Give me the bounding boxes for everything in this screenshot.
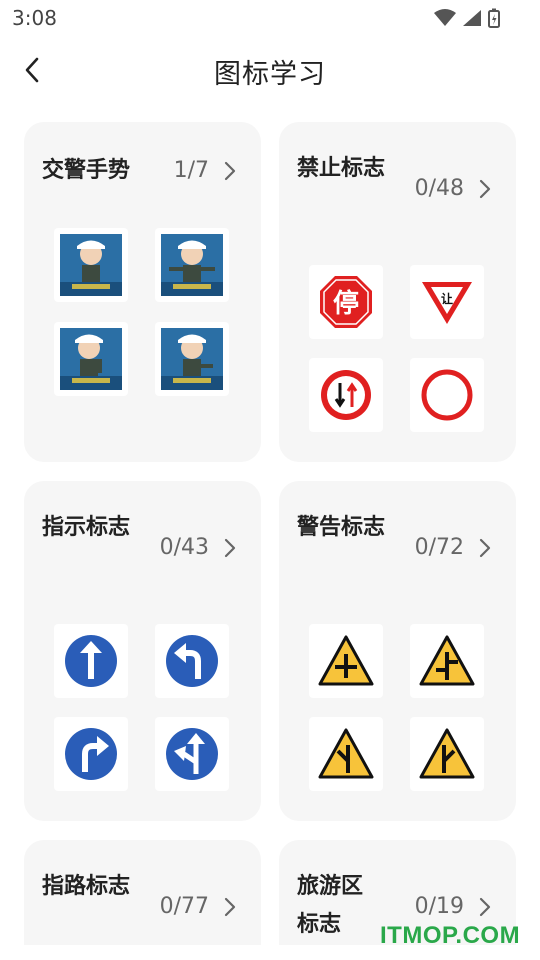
crossroad-offset-warning-icon <box>410 624 484 698</box>
chevron-right-icon <box>224 897 236 917</box>
card-progress-count: 0/48 <box>414 176 464 201</box>
priority-oncoming-icon <box>309 358 383 432</box>
yield-sign-icon: 让 <box>410 265 484 339</box>
chevron-right-icon <box>224 161 236 181</box>
crossroad-warning-icon <box>309 624 383 698</box>
chevron-right-icon <box>479 897 491 917</box>
category-grid: 交警手势 1/7 禁止标志 0/48 停 让 指示标志 0/43 警告标志 0/… <box>0 0 540 945</box>
card-title: 指路标志 <box>42 874 131 899</box>
police-go-straight-icon <box>155 228 229 302</box>
category-card-police-gestures[interactable]: 交警手势 1/7 <box>24 122 261 462</box>
card-title: 交警手势 <box>42 158 131 183</box>
merge-left-warning-icon <box>309 717 383 791</box>
card-title: 指示标志 <box>42 515 131 540</box>
card-progress-count: 0/72 <box>414 535 464 560</box>
card-progress-count: 0/77 <box>159 894 209 919</box>
card-progress-count: 0/19 <box>414 894 464 919</box>
no-vehicles-icon <box>410 358 484 432</box>
straight-left-arrow-icon <box>155 717 229 791</box>
chevron-right-icon <box>224 538 236 558</box>
right-turn-arrow-icon <box>54 717 128 791</box>
card-title: 旅游区标志 <box>297 874 364 937</box>
card-progress-count: 0/43 <box>159 535 209 560</box>
chevron-right-icon <box>479 179 491 199</box>
svg-text:停: 停 <box>333 288 359 319</box>
card-title: 警告标志 <box>297 515 386 540</box>
category-card-warning-signs[interactable]: 警告标志 0/72 <box>279 481 516 821</box>
svg-text:让: 让 <box>441 291 453 306</box>
category-card-guide-signs[interactable]: 指路标志 0/77 <box>24 840 261 945</box>
merge-right-warning-icon <box>410 717 484 791</box>
police-turn-icon <box>155 322 229 396</box>
police-left-turn-icon <box>54 322 128 396</box>
stop-sign-icon: 停 <box>309 265 383 339</box>
watermark-logo: ITMOP.COM <box>380 922 521 949</box>
police-stop-icon <box>54 228 128 302</box>
category-card-prohibition-signs[interactable]: 禁止标志 0/48 停 让 <box>279 122 516 462</box>
card-progress-count: 1/7 <box>173 158 209 183</box>
category-card-mandatory-signs[interactable]: 指示标志 0/43 <box>24 481 261 821</box>
straight-arrow-icon <box>54 624 128 698</box>
left-turn-arrow-icon <box>155 624 229 698</box>
chevron-right-icon <box>479 538 491 558</box>
card-title: 禁止标志 <box>297 156 386 181</box>
